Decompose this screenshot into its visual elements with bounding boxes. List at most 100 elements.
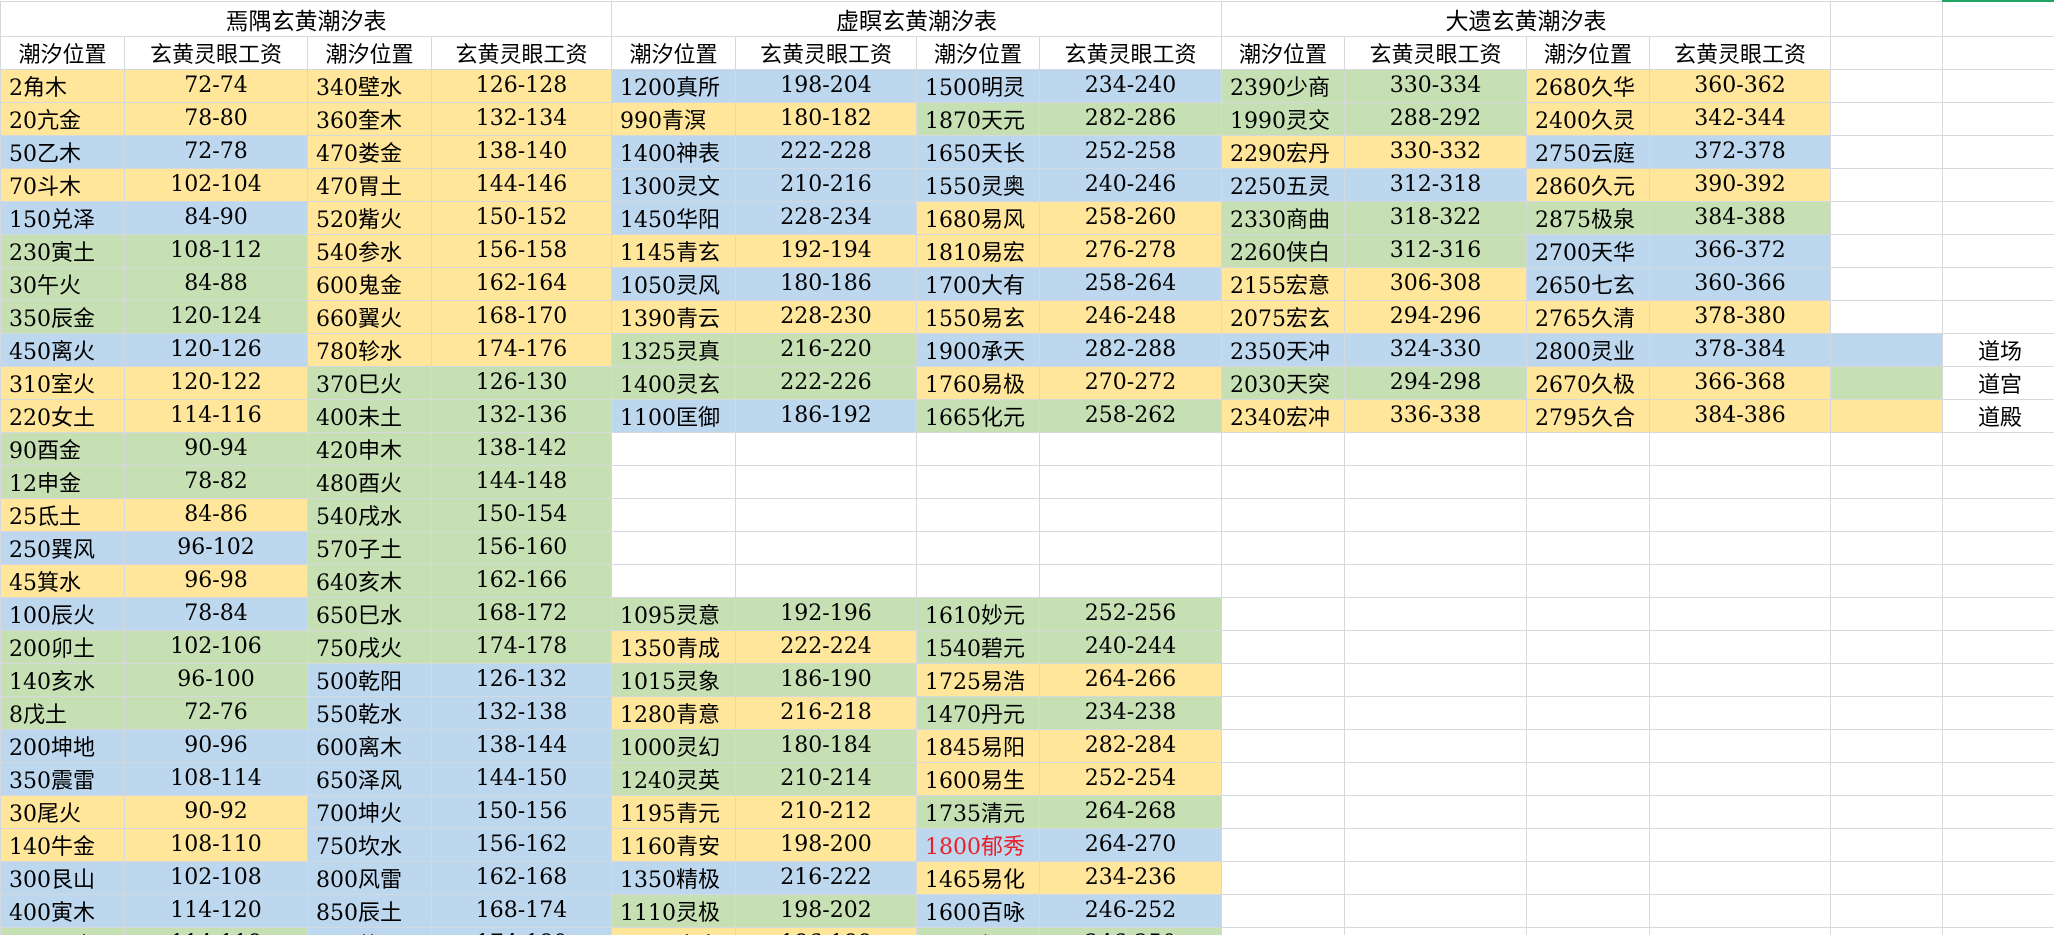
eye-wage-cell[interactable]: 102-108 <box>124 860 308 895</box>
eye-wage-cell[interactable]: 222-228 <box>735 134 917 169</box>
eye-wage-cell[interactable] <box>1649 530 1831 565</box>
tide-position-cell[interactable]: 2400久灵 <box>1526 101 1650 136</box>
eye-wage-cell[interactable] <box>1344 464 1527 499</box>
empty-cell[interactable] <box>1942 662 2054 697</box>
empty-cell[interactable] <box>1942 497 2054 532</box>
tide-position-cell[interactable]: 1700大有 <box>916 266 1040 301</box>
eye-wage-cell[interactable] <box>1344 728 1527 763</box>
eye-wage-cell[interactable] <box>1344 563 1527 598</box>
tide-position-cell[interactable]: 30尾火 <box>0 794 125 829</box>
header-eye-wage[interactable]: 玄黄灵眼工资 <box>1344 35 1527 70</box>
eye-wage-cell[interactable] <box>1344 629 1527 664</box>
tide-position-cell[interactable] <box>1221 563 1345 598</box>
header-tide-position[interactable]: 潮汐位置 <box>307 35 432 70</box>
eye-wage-cell[interactable]: 360-362 <box>1649 68 1831 103</box>
eye-wage-cell[interactable] <box>1344 530 1527 565</box>
empty-cell[interactable] <box>1942 200 2054 235</box>
eye-wage-cell[interactable]: 366-372 <box>1649 233 1831 268</box>
tide-position-cell[interactable]: 1600百咏 <box>916 893 1040 928</box>
eye-wage-cell[interactable]: 234-240 <box>1039 68 1222 103</box>
tide-position-cell[interactable]: 1725易浩 <box>916 662 1040 697</box>
eye-wage-cell[interactable]: 138-144 <box>431 728 612 763</box>
tide-position-cell[interactable] <box>611 431 736 466</box>
eye-wage-cell[interactable]: 144-150 <box>431 761 612 796</box>
tide-position-cell[interactable] <box>1221 530 1345 565</box>
eye-wage-cell[interactable] <box>1649 761 1831 796</box>
tide-position-cell[interactable]: 230寅土 <box>0 233 125 268</box>
eye-wage-cell[interactable] <box>1649 497 1831 532</box>
tide-position-cell[interactable]: 310室火 <box>0 365 125 400</box>
tide-position-cell[interactable]: 2680久华 <box>1526 68 1650 103</box>
tide-position-cell[interactable]: 1845易阳 <box>916 728 1040 763</box>
eye-wage-cell[interactable]: 306-308 <box>1344 266 1527 301</box>
empty-cell[interactable] <box>1830 365 1943 400</box>
tide-position-cell[interactable]: 1160青安 <box>611 827 736 862</box>
tide-position-cell[interactable]: 25氐土 <box>0 497 125 532</box>
empty-cell[interactable] <box>1942 431 2054 466</box>
empty-cell[interactable] <box>1942 761 2054 796</box>
tide-position-cell[interactable]: 350辰金 <box>0 299 125 334</box>
eye-wage-cell[interactable]: 264-268 <box>1039 794 1222 829</box>
eye-wage-cell[interactable]: 108-114 <box>124 761 308 796</box>
tide-position-cell[interactable]: 1200真所 <box>611 68 736 103</box>
tide-position-cell[interactable]: 1540碧元 <box>916 629 1040 664</box>
tide-position-cell[interactable]: 550乾水 <box>307 695 432 730</box>
empty-cell[interactable] <box>1942 530 2054 565</box>
eye-wage-cell[interactable] <box>1344 827 1527 862</box>
empty-cell[interactable] <box>1830 398 1943 433</box>
eye-wage-cell[interactable] <box>1039 530 1222 565</box>
tide-position-cell[interactable]: 450离火 <box>0 332 125 367</box>
tide-position-cell[interactable]: 2350天冲 <box>1221 332 1345 367</box>
tide-position-cell[interactable] <box>1221 728 1345 763</box>
tide-position-cell[interactable] <box>1526 530 1650 565</box>
eye-wage-cell[interactable]: 282-286 <box>1039 101 1222 136</box>
eye-wage-cell[interactable] <box>1344 596 1527 631</box>
tide-position-cell[interactable] <box>1526 497 1650 532</box>
empty-cell[interactable] <box>1942 695 2054 730</box>
eye-wage-cell[interactable]: 186-192 <box>735 398 917 433</box>
tide-position-cell[interactable] <box>611 563 736 598</box>
tide-position-cell[interactable]: 12申金 <box>0 464 125 499</box>
tide-position-cell[interactable] <box>1221 497 1345 532</box>
tide-position-cell[interactable]: 850辰土 <box>307 893 432 928</box>
tide-position-cell[interactable] <box>1221 926 1345 935</box>
tide-position-cell[interactable]: 990青溟 <box>611 101 736 136</box>
eye-wage-cell[interactable]: 372-378 <box>1649 134 1831 169</box>
tide-position-cell[interactable] <box>916 563 1040 598</box>
tide-position-cell[interactable] <box>1221 860 1345 895</box>
eye-wage-cell[interactable]: 174-176 <box>431 332 612 367</box>
tide-position-cell[interactable]: 140牛金 <box>0 827 125 862</box>
eye-wage-cell[interactable]: 210-216 <box>735 167 917 202</box>
tide-position-cell[interactable]: 400寅木 <box>0 893 125 928</box>
tide-position-cell[interactable] <box>1526 860 1650 895</box>
tide-position-cell[interactable]: 2290宏丹 <box>1221 134 1345 169</box>
tide-position-cell[interactable] <box>1221 596 1345 631</box>
eye-wage-cell[interactable]: 90-92 <box>124 794 308 829</box>
tide-position-cell[interactable]: 1400灵玄 <box>611 365 736 400</box>
eye-wage-cell[interactable]: 222-226 <box>735 365 917 400</box>
empty-cell[interactable] <box>1830 0 1943 37</box>
eye-wage-cell[interactable]: 84-90 <box>124 200 308 235</box>
eye-wage-cell[interactable] <box>735 464 917 499</box>
eye-wage-cell[interactable]: 72-76 <box>124 695 308 730</box>
eye-wage-cell[interactable]: 294-296 <box>1344 299 1527 334</box>
empty-cell[interactable] <box>1830 68 1943 103</box>
tide-position-cell[interactable]: 2260侠白 <box>1221 233 1345 268</box>
eye-wage-cell[interactable] <box>735 563 917 598</box>
tide-position-cell[interactable]: 2670久极 <box>1526 365 1650 400</box>
tide-position-cell[interactable]: 470胃土 <box>307 167 432 202</box>
empty-cell[interactable] <box>1942 101 2054 136</box>
eye-wage-cell[interactable]: 162-164 <box>431 266 612 301</box>
tide-position-cell[interactable]: 340壁水 <box>307 68 432 103</box>
eye-wage-cell[interactable]: 96-102 <box>124 530 308 565</box>
eye-wage-cell[interactable] <box>735 497 917 532</box>
eye-wage-cell[interactable]: 336-338 <box>1344 398 1527 433</box>
eye-wage-cell[interactable] <box>1649 794 1831 829</box>
tide-position-cell[interactable]: 1100匡御 <box>611 398 736 433</box>
eye-wage-cell[interactable]: 72-74 <box>124 68 308 103</box>
eye-wage-cell[interactable]: 216-220 <box>735 332 917 367</box>
empty-cell[interactable] <box>1942 134 2054 169</box>
empty-cell[interactable] <box>1830 794 1943 829</box>
eye-wage-cell[interactable]: 90-94 <box>124 431 308 466</box>
header-eye-wage[interactable]: 玄黄灵眼工资 <box>124 35 308 70</box>
